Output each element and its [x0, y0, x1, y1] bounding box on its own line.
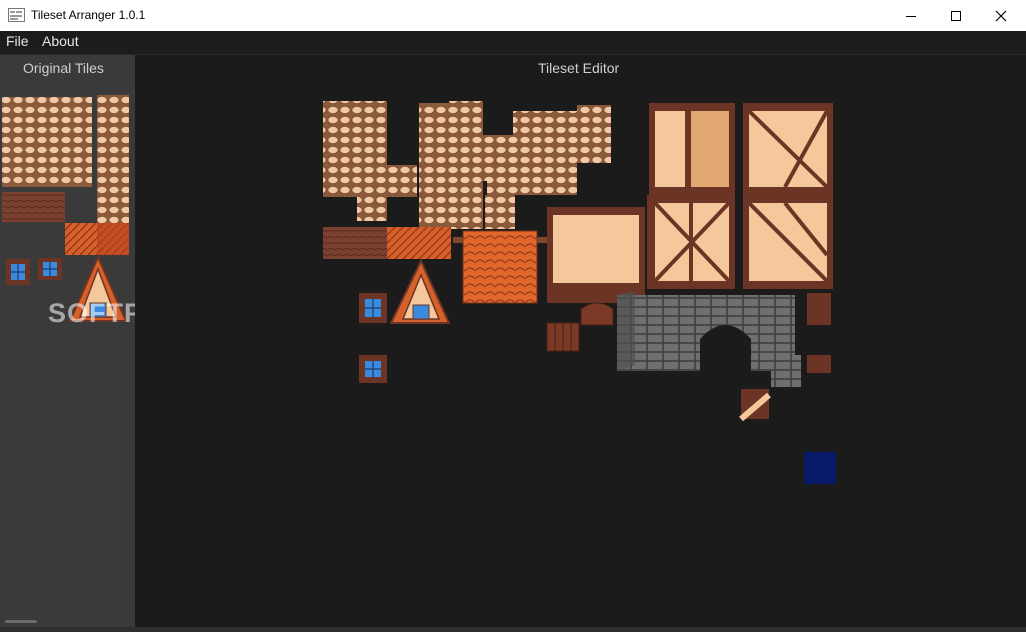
tile-dirt[interactable] — [2, 192, 65, 222]
title-bar: Tileset Arranger 1.0.1 — [0, 0, 1026, 32]
tile-window[interactable] — [359, 293, 387, 323]
timber-wall[interactable] — [743, 195, 833, 289]
close-button[interactable] — [978, 0, 1024, 31]
tile-roof[interactable] — [97, 223, 129, 255]
tile-window[interactable] — [6, 259, 30, 285]
tile-stone[interactable] — [97, 95, 129, 223]
tile-beam[interactable] — [807, 355, 831, 373]
original-tiles-canvas[interactable] — [0, 55, 135, 627]
tileset-editor[interactable]: Tileset Editor — [135, 55, 1026, 627]
selected-tile[interactable] — [804, 452, 836, 484]
tile-window[interactable] — [359, 355, 387, 383]
minimize-icon — [906, 15, 916, 17]
timber-wall[interactable] — [647, 195, 735, 289]
tile-stone[interactable] — [2, 97, 92, 187]
tileset-editor-canvas[interactable] — [135, 55, 1026, 627]
scrollbar-thumb[interactable] — [5, 620, 37, 623]
original-tiles-panel[interactable]: Original Tiles — [0, 55, 135, 627]
stone-arch-wall[interactable] — [617, 291, 795, 371]
tile-dirt[interactable] — [323, 227, 387, 259]
menu-file[interactable]: File — [6, 33, 29, 49]
tile-dormer[interactable] — [389, 258, 451, 324]
tile-door[interactable] — [546, 322, 580, 352]
window-title: Tileset Arranger 1.0.1 — [31, 8, 146, 22]
menu-bar: File About — [0, 31, 1026, 56]
timber-wall[interactable] — [649, 103, 735, 195]
tile-wall-panel[interactable] — [547, 207, 645, 303]
maximize-button[interactable] — [933, 0, 979, 31]
bottom-border — [0, 627, 1026, 632]
close-icon — [995, 10, 1007, 21]
tile-beam[interactable] — [807, 293, 831, 325]
tile-window[interactable] — [38, 258, 62, 280]
tile-door-arch[interactable] — [580, 302, 614, 326]
tile-roof[interactable] — [387, 227, 451, 259]
tile-shingle-roof[interactable] — [453, 230, 547, 304]
tile-timber-fragment[interactable] — [739, 389, 771, 422]
maximize-icon — [951, 10, 961, 21]
app-icon — [8, 8, 25, 22]
stone-wall-fragment[interactable] — [771, 355, 801, 387]
minimize-button[interactable] — [888, 0, 934, 31]
menu-about[interactable]: About — [42, 33, 79, 49]
timber-wall[interactable] — [743, 103, 833, 195]
